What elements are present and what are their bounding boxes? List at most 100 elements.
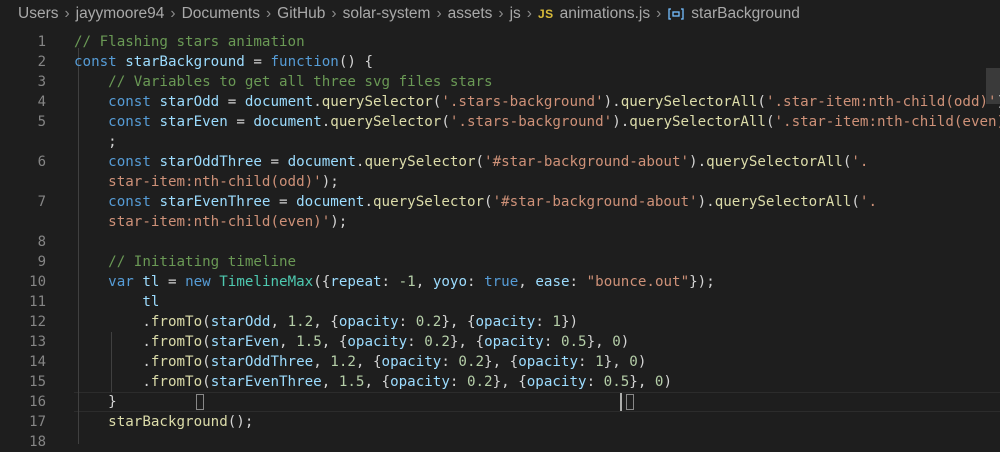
code-token: ( [441, 114, 450, 130]
code-line[interactable]: .fromTo(starEvenThree, 1.5, {opacity: 0.… [0, 372, 1000, 392]
code-token: '#star-background-about' [493, 194, 698, 210]
code-token: . [142, 374, 151, 390]
code-token: 0.2 [467, 374, 493, 390]
code-token: starBackground [108, 414, 228, 430]
code-token: fromTo [151, 374, 202, 390]
code-token: 1.2 [288, 314, 314, 330]
code-line[interactable]: // Flashing stars animation [0, 32, 1000, 52]
code-token: 0.2 [416, 314, 442, 330]
javascript-file-icon: JS [538, 7, 554, 21]
code-token: star-item:nth-child(odd)' [108, 174, 322, 190]
code-line-text: star-item:nth-child(even)'); [74, 212, 347, 232]
code-line-text: .fromTo(starEvenThree, 1.5, {opacity: 0.… [74, 372, 672, 392]
code-token: ( [757, 94, 766, 110]
code-token: = [219, 94, 245, 110]
code-token: opacity [382, 354, 442, 370]
code-token: 1.5 [339, 374, 365, 390]
code-token: = [270, 194, 296, 210]
code-token: document [296, 194, 364, 210]
breadcrumb-item-file[interactable]: animations.js [560, 5, 650, 23]
code-line[interactable]: .fromTo(starEven, 1.5, {opacity: 0.2}, {… [0, 332, 1000, 352]
code-token: querySelectorAll [629, 114, 766, 130]
breadcrumb-item-js[interactable]: js [510, 5, 521, 23]
code-token: () { [339, 54, 373, 70]
code-line[interactable]: const starEvenThree = document.querySele… [0, 192, 1000, 212]
code-token: opacity [476, 314, 536, 330]
code-token: const [74, 54, 117, 70]
bracket-match-highlight [196, 394, 204, 410]
code-token: = [159, 274, 185, 290]
line-number-row: 8 [0, 232, 1000, 252]
code-token: ({ [313, 274, 330, 290]
code-token: ; [108, 134, 117, 150]
code-token: document [253, 114, 321, 130]
code-line[interactable]: const starBackground = function() { [0, 52, 1000, 72]
code-token: fromTo [151, 314, 202, 330]
breadcrumb-item-documents[interactable]: Documents [182, 5, 260, 23]
code-token: '.star-item:nth-child(odd)' [766, 94, 997, 110]
code-line[interactable]: ; [0, 132, 1000, 152]
code-token: 1 [595, 354, 604, 370]
code-token: const [108, 194, 151, 210]
code-line[interactable]: .fromTo(starOdd, 1.2, {opacity: 0.2}, {o… [0, 312, 1000, 332]
code-token: : [407, 334, 424, 350]
code-token: querySelectorAll [715, 194, 852, 210]
code-line[interactable]: var tl = new TimelineMax({repeat: -1, yo… [0, 272, 1000, 292]
code-token: starOdd [159, 94, 219, 110]
code-token: 0 [612, 334, 621, 350]
breadcrumb-item-solar-system[interactable]: solar-system [343, 5, 431, 23]
bracket-match-highlight [626, 394, 634, 410]
code-token: : [441, 354, 458, 370]
code-line-text: // Initiating timeline [74, 252, 296, 272]
breadcrumb-item-symbol[interactable]: starBackground [691, 5, 800, 23]
code-line[interactable]: } [0, 392, 1000, 412]
code-token: fromTo [151, 334, 202, 350]
code-line-text: tl [74, 292, 159, 312]
code-token: 0.5 [561, 334, 587, 350]
code-token: }, [629, 374, 646, 390]
code-token: var [108, 274, 134, 290]
code-token: ( [484, 194, 493, 210]
code-token: const [108, 154, 151, 170]
code-line[interactable]: starBackground(); [0, 412, 1000, 432]
code-line[interactable]: .fromTo(starOddThree, 1.2, {opacity: 0.2… [0, 352, 1000, 372]
code-token: tl [142, 274, 159, 290]
code-line[interactable]: const starEven = document.querySelector(… [0, 112, 1000, 132]
code-token: querySelector [373, 194, 484, 210]
code-token: const [108, 94, 151, 110]
code-token: }, { [441, 314, 475, 330]
code-token: opacity [527, 374, 587, 390]
code-line[interactable]: star-item:nth-child(odd)'); [0, 172, 1000, 192]
code-token: 0.2 [424, 334, 450, 350]
code-token: 1.2 [330, 354, 356, 370]
code-line-text: // Variables to get all three svg files … [74, 72, 493, 92]
breadcrumb-item-assets[interactable]: assets [448, 5, 493, 23]
code-token: : [382, 274, 399, 290]
code-line-text: // Flashing stars animation [74, 32, 305, 52]
code-token: opacity [339, 314, 399, 330]
chevron-right-icon: › [64, 5, 69, 23]
code-token: opacity [347, 334, 407, 350]
code-token: querySelector [364, 154, 475, 170]
code-line[interactable]: // Variables to get all three svg files … [0, 72, 1000, 92]
code-line[interactable]: tl [0, 292, 1000, 312]
code-token: , [518, 274, 535, 290]
code-editor[interactable]: 123456789101112131415161718 // Flashing … [0, 28, 1000, 444]
code-token: , [279, 334, 296, 350]
code-token: }, [604, 354, 630, 370]
code-line[interactable]: star-item:nth-child(even)'); [0, 212, 1000, 232]
breadcrumb-item-github[interactable]: GitHub [277, 5, 325, 23]
code-token: : [570, 274, 587, 290]
code-line[interactable]: const starOdd = document.querySelector('… [0, 92, 1000, 112]
code-token: : [544, 334, 561, 350]
code-token: const [108, 114, 151, 130]
breadcrumb-item-users[interactable]: Users [18, 5, 58, 23]
code-token [117, 54, 126, 70]
code-token: 0 [629, 354, 638, 370]
code-token: ); [997, 94, 1000, 110]
code-token: querySelector [322, 94, 433, 110]
code-line[interactable]: const starOddThree = document.querySelec… [0, 152, 1000, 172]
breadcrumb-item-user[interactable]: jayymoore94 [76, 5, 165, 23]
code-token: querySelector [330, 114, 441, 130]
code-line[interactable]: // Initiating timeline [0, 252, 1000, 272]
